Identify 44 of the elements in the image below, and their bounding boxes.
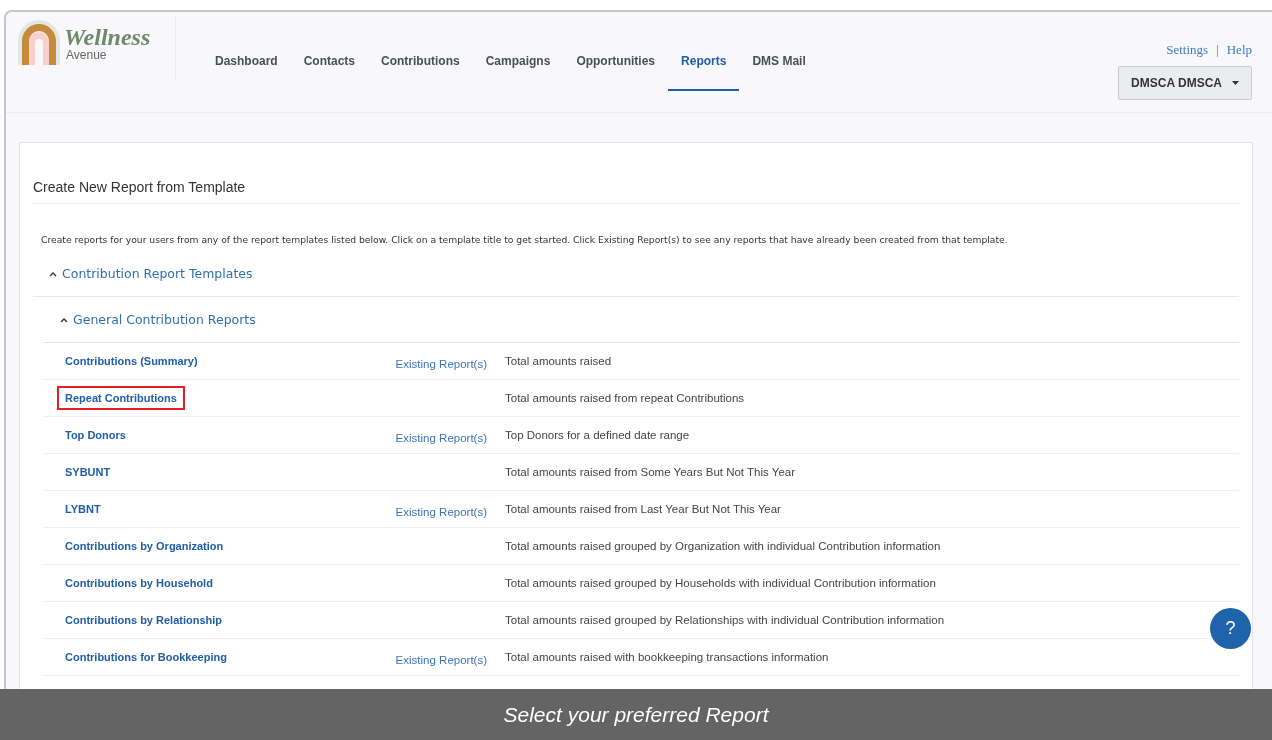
nav-tab[interactable]: Contacts	[290, 42, 369, 91]
section-header[interactable]: Contribution Report Templates	[33, 251, 1239, 297]
template-description: Total amounts raised grouped by Organization with individual Contribution information	[505, 540, 941, 552]
template-description: Total amounts raised	[505, 355, 612, 367]
template-description: Top Donors for a defined date range	[505, 429, 690, 441]
logo-subtitle: Avenue	[66, 49, 108, 61]
subsection-header[interactable]: General Contribution Reports	[43, 297, 1239, 343]
intro-text: Create reports for your users from any of the report templates listed below. Click on a template title to get started. Click Existing Report(s) to see any reports that have already been created from that template.	[41, 234, 1009, 245]
card-title: Create New Report from Template	[33, 179, 1239, 204]
user-menu-button[interactable]: DMSCA DMSCA	[1118, 66, 1252, 100]
template-description: Total amounts raised from repeat Contributions	[505, 392, 745, 404]
template-link[interactable]: Top Donors	[57, 423, 134, 447]
existing-reports-link[interactable]: Existing Report(s)	[395, 653, 487, 666]
logo-title: Wellness	[64, 25, 151, 49]
template-description: Total amounts raised grouped by Relationships with individual Contribution information	[505, 614, 945, 626]
rainbow-logo-icon	[16, 17, 62, 65]
chevron-up-icon	[60, 316, 68, 323]
template-link[interactable]: SYBUNT	[57, 460, 119, 484]
header-link[interactable]: Settings	[1166, 42, 1209, 58]
template-link[interactable]: LYBNT	[57, 497, 109, 521]
existing-reports-link[interactable]: Existing Report(s)	[395, 505, 487, 518]
template-link[interactable]: Repeat Contributions	[57, 386, 185, 410]
template-link[interactable]: Contributions by Household	[57, 571, 221, 595]
template-description: Total amounts raised grouped by Households with individual Contribution information	[505, 577, 936, 589]
nav-tab[interactable]: Opportunities	[563, 42, 669, 91]
nav-tab[interactable]: Campaigns	[472, 42, 564, 91]
caption-bar: Select your preferred Report	[0, 689, 1272, 740]
chevron-up-icon	[49, 270, 57, 277]
existing-reports-link[interactable]: Existing Report(s)	[395, 357, 487, 370]
nav-tab[interactable]: DMS Mail	[739, 42, 819, 91]
template-link[interactable]: Contributions (Summary)	[57, 349, 206, 373]
header-link[interactable]: Help	[1226, 42, 1252, 58]
existing-reports-link[interactable]: Existing Report(s)	[395, 431, 487, 444]
template-link[interactable]: Contributions for Bookkeeping	[57, 645, 235, 669]
nav-tab[interactable]: Contributions	[368, 42, 473, 91]
template-description: Total amounts raised from Last Year But Not This Year	[505, 503, 781, 515]
template-description: Total amounts raised from Some Years But Not This Year	[505, 466, 795, 478]
nav-tab[interactable]: Dashboard	[202, 42, 291, 91]
link-separator: |	[1216, 42, 1219, 58]
caret-icon	[1232, 81, 1239, 85]
template-link[interactable]: Contributions by Organization	[57, 534, 232, 558]
nav-tab[interactable]: Reports	[668, 42, 740, 91]
template-description: Total amounts raised with bookkeeping transactions information	[505, 651, 829, 663]
template-link[interactable]: Contributions by Relationship	[57, 608, 231, 632]
